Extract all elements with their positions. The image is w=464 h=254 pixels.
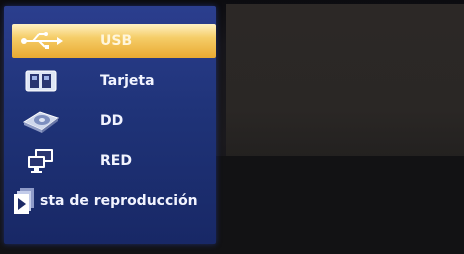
menu-item-label: sta de reproducción (40, 193, 198, 209)
menu-item-red[interactable]: RED (12, 144, 216, 178)
usb-icon (18, 24, 64, 58)
tv-screen: USB Tarjeta DD RED sta de reproducción (0, 0, 464, 254)
menu-item-playlist[interactable]: sta de reproducción (12, 184, 216, 218)
menu-item-label: RED (100, 153, 132, 169)
menu-item-dd[interactable]: DD (12, 104, 216, 138)
menu-item-label: DD (100, 113, 124, 129)
playlist-icon (12, 184, 38, 218)
background-area (216, 156, 464, 254)
network-computer-icon (18, 144, 64, 178)
memory-card-icon (18, 64, 64, 98)
menu-item-tarjeta[interactable]: Tarjeta (12, 64, 216, 98)
preview-panel (226, 4, 464, 156)
menu-item-usb[interactable]: USB (12, 24, 216, 58)
source-menu: USB Tarjeta DD RED sta de reproducción (4, 6, 216, 244)
menu-item-label: Tarjeta (100, 73, 155, 89)
menu-item-label: USB (100, 33, 133, 49)
hard-disk-icon (18, 104, 64, 138)
